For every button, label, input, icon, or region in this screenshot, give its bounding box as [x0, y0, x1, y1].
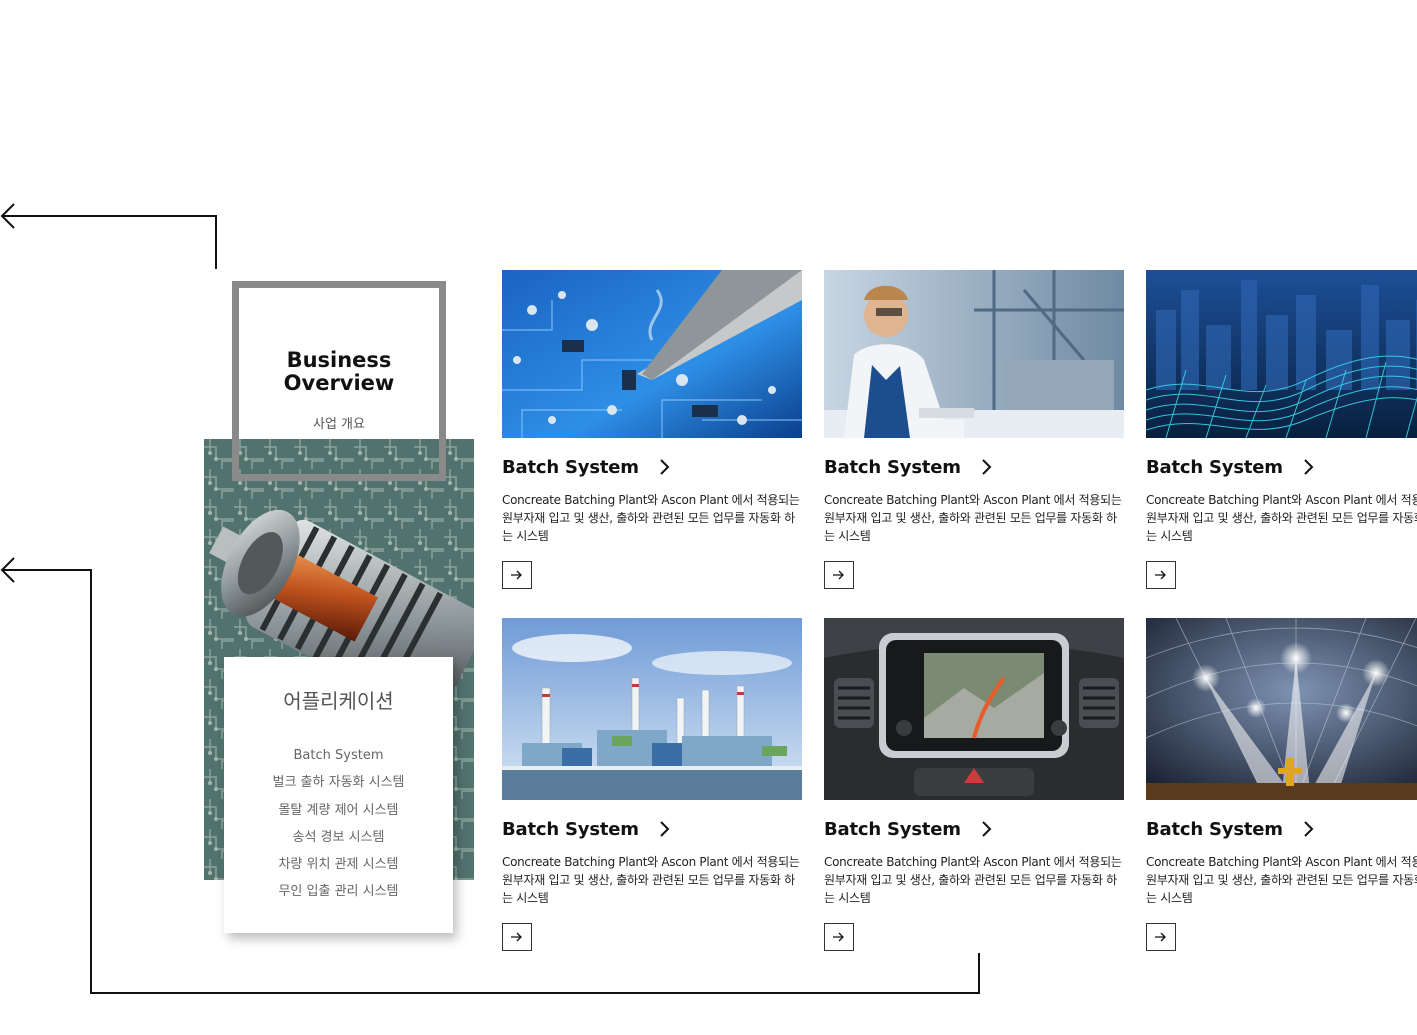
card-description: Concreate Batching Plant와 Ascon Plant 에서… [1146, 855, 1417, 905]
card-description: Concreate Batching Plant와 Ascon Plant 에서… [1146, 493, 1417, 543]
product-card-6: Batch System Concreate Batching Plant와 A… [1146, 618, 1417, 951]
right-arrow-icon [833, 570, 844, 580]
right-arrow-icon [511, 570, 522, 580]
dome-lights-image [1146, 618, 1417, 800]
application-item[interactable]: 송석 경보 시스템 [224, 824, 453, 851]
chevron-right-icon[interactable] [979, 456, 995, 478]
card-heading[interactable]: Batch System [824, 456, 1124, 478]
product-card-5: Batch System Concreate Batching Plant와 A… [824, 618, 1124, 951]
engineer-lab-image [824, 270, 1124, 438]
power-plant-image [502, 618, 802, 800]
card-title[interactable]: Batch System [502, 819, 639, 840]
business-overview-title: Business Overview [239, 349, 439, 395]
product-card-2: Batch System Concreate Batching Plant와 A… [824, 270, 1124, 589]
applications-list: Batch System 벌크 출하 자동화 시스템 몰탈 계량 제어 시스템 … [224, 742, 453, 906]
digital-city-image [1146, 270, 1417, 438]
card-heading[interactable]: Batch System [824, 818, 1124, 840]
card-title[interactable]: Batch System [1146, 819, 1283, 840]
card-more-button[interactable] [824, 923, 854, 951]
application-item[interactable]: 몰탈 계량 제어 시스템 [224, 797, 453, 824]
card-heading[interactable]: Batch System [1146, 818, 1417, 840]
right-arrow-icon [511, 932, 522, 942]
card-description: Concreate Batching Plant와 Ascon Plant 에서… [824, 493, 1122, 543]
card-title[interactable]: Batch System [502, 457, 639, 478]
right-arrow-icon [1155, 570, 1166, 580]
chevron-right-icon[interactable] [657, 818, 673, 840]
application-item[interactable]: 차량 위치 관제 시스템 [224, 851, 453, 878]
card-more-button[interactable] [824, 561, 854, 589]
card-title[interactable]: Batch System [824, 457, 961, 478]
card-heading[interactable]: Batch System [1146, 456, 1417, 478]
card-more-button[interactable] [502, 561, 532, 589]
car-navigation-image [824, 618, 1124, 800]
business-overview-frame: Business Overview 사업 개요 [232, 281, 446, 481]
product-card-4: Batch System Concreate Batching Plant와 A… [502, 618, 802, 951]
card-more-button[interactable] [1146, 561, 1176, 589]
chevron-right-icon[interactable] [1301, 818, 1317, 840]
card-title[interactable]: Batch System [824, 819, 961, 840]
card-heading[interactable]: Batch System [502, 456, 802, 478]
application-item[interactable]: 벌크 출하 자동화 시스템 [224, 769, 453, 796]
applications-title: 어플리케이션 [283, 689, 394, 713]
card-more-button[interactable] [1146, 923, 1176, 951]
application-item[interactable]: Batch System [224, 742, 453, 769]
card-more-button[interactable] [502, 923, 532, 951]
card-title[interactable]: Batch System [1146, 457, 1283, 478]
applications-card: 어플리케이션 Batch System 벌크 출하 자동화 시스템 몰탈 계량 … [224, 657, 453, 933]
card-description: Concreate Batching Plant와 Ascon Plant 에서… [502, 493, 800, 543]
title-line-1: Business [286, 348, 392, 372]
right-arrow-icon [1155, 932, 1166, 942]
card-description: Concreate Batching Plant와 Ascon Plant 에서… [502, 855, 800, 905]
chevron-right-icon[interactable] [979, 818, 995, 840]
top-left-arrow-icon [0, 203, 217, 269]
business-overview-subtitle: 사업 개요 [313, 417, 365, 432]
product-card-1: Batch System Concreate Batching Plant와 A… [502, 270, 802, 589]
application-item[interactable]: 무인 입출 관리 시스템 [224, 878, 453, 905]
circuit-board-image [502, 270, 802, 438]
chevron-right-icon[interactable] [1301, 456, 1317, 478]
title-line-2: Overview [283, 371, 395, 395]
card-heading[interactable]: Batch System [502, 818, 802, 840]
right-arrow-icon [833, 932, 844, 942]
product-card-3: Batch System Concreate Batching Plant와 A… [1146, 270, 1417, 589]
card-description: Concreate Batching Plant와 Ascon Plant 에서… [824, 855, 1122, 905]
chevron-right-icon[interactable] [657, 456, 673, 478]
